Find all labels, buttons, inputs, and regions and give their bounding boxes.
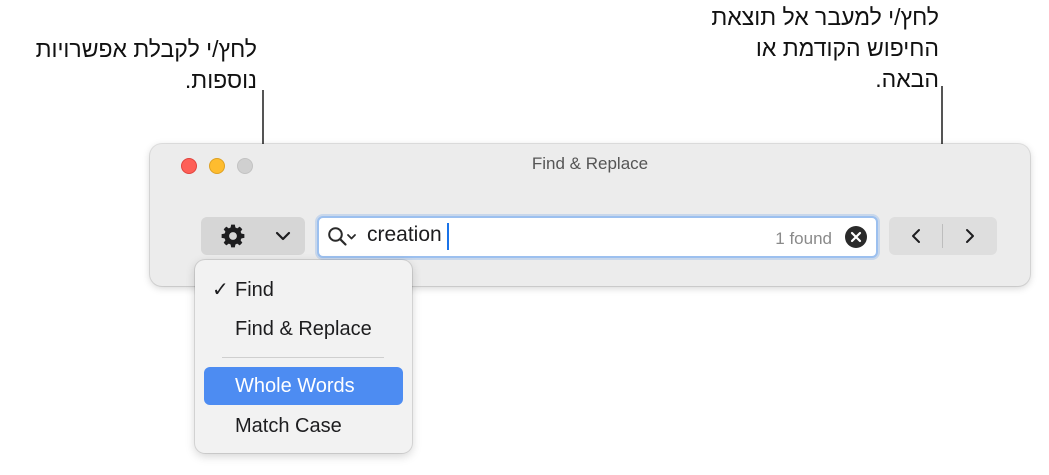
menu-separator [222, 357, 384, 358]
title-bar: Find & Replace [150, 144, 1030, 184]
menu-item-label: Find & Replace [235, 318, 372, 340]
menu-item-label: Match Case [235, 415, 342, 437]
checkmark-icon: ✓ [212, 279, 229, 301]
chevron-right-icon [966, 229, 974, 243]
clear-circle-icon [850, 231, 862, 243]
menu-item-label: Find [235, 279, 274, 301]
search-field[interactable]: creation 1 found [317, 216, 878, 258]
menu-item-match-case[interactable]: Match Case [204, 407, 403, 445]
result-navigation-group [889, 217, 997, 255]
menu-item-whole-words[interactable]: Whole Words [204, 367, 403, 405]
magnifier-with-dropdown-icon[interactable] [327, 226, 361, 248]
text-cursor [447, 223, 449, 250]
options-dropdown-menu: ✓ Find Find & Replace Whole Words Match … [195, 260, 412, 453]
clear-search-button[interactable] [845, 226, 867, 248]
options-callout: לחץ/י לקבלת אפשרויות נוספות. [35, 36, 257, 93]
search-query-text[interactable]: creation [367, 223, 442, 247]
gear-icon [221, 224, 245, 248]
previous-result-button[interactable] [889, 217, 943, 255]
result-count: 1 found [775, 229, 832, 248]
menu-item-label: Whole Words [235, 375, 355, 397]
menu-item-find-replace[interactable]: Find & Replace [204, 310, 403, 348]
navigation-callout: לחץ/י למעבר אל תוצאת החיפוש הקודמת או הב… [711, 4, 939, 92]
window-title: Find & Replace [531, 154, 649, 173]
menu-item-find[interactable]: ✓ Find [204, 271, 403, 309]
chevron-left-icon [912, 229, 920, 243]
next-result-button[interactable] [943, 217, 997, 255]
chevron-down-icon [275, 231, 291, 241]
options-menu-button[interactable] [201, 217, 305, 255]
